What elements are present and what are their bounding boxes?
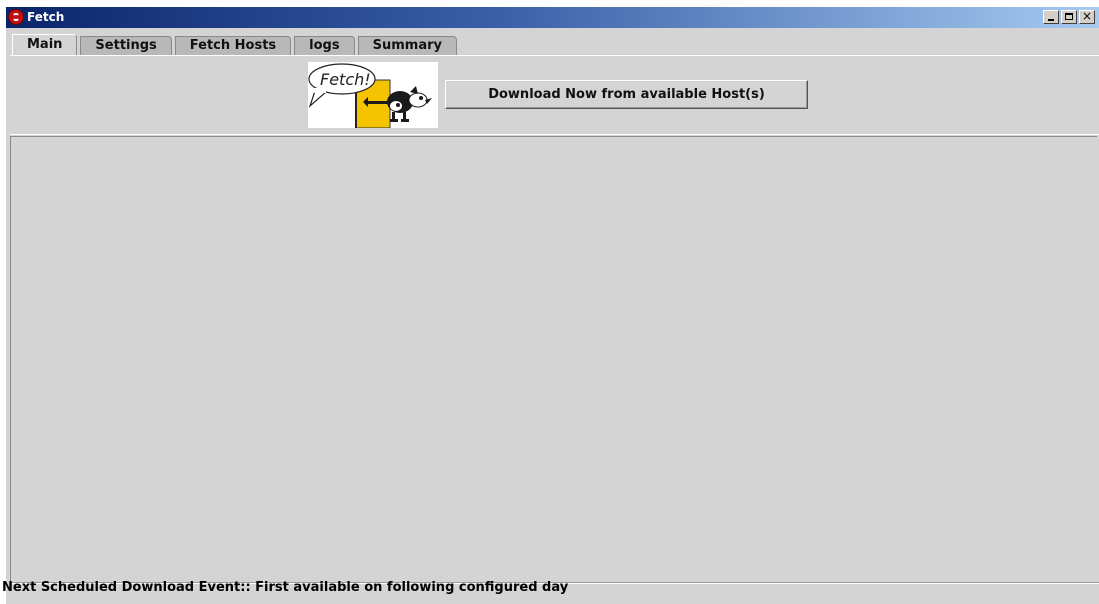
- panel-divider: [10, 134, 1099, 135]
- tab-bar: Main Settings Fetch Hosts logs Summary: [12, 34, 460, 55]
- close-icon: ×: [1081, 9, 1093, 23]
- title-bar[interactable]: Fetch ×: [6, 7, 1099, 28]
- action-panel: Fetch! Download Now from available Host(…: [10, 56, 1099, 134]
- download-now-button[interactable]: Download Now from available Host(s): [445, 80, 808, 109]
- status-bar-text: Next Scheduled Download Event:: First av…: [2, 580, 569, 595]
- tab-summary[interactable]: Summary: [357, 36, 457, 55]
- logo-text: Fetch!: [320, 70, 371, 89]
- close-button[interactable]: ×: [1079, 9, 1095, 24]
- tab-main[interactable]: Main: [12, 34, 78, 55]
- tab-settings[interactable]: Settings: [80, 36, 172, 55]
- tab-logs[interactable]: logs: [294, 36, 355, 55]
- content-area: [10, 136, 1097, 582]
- window-title: Fetch: [27, 10, 65, 24]
- fetch-dog-logo: Fetch!: [308, 62, 438, 129]
- maximize-button[interactable]: [1061, 10, 1077, 24]
- minimize-icon: [1048, 19, 1054, 21]
- maximize-icon: [1065, 13, 1073, 20]
- app-window: Fetch × Main Settings Fetch Hosts logs S…: [6, 7, 1099, 604]
- fetch-app-icon[interactable]: [8, 9, 24, 25]
- fetch-logo-graphic: Fetch!: [308, 62, 438, 129]
- tab-fetch-hosts[interactable]: Fetch Hosts: [174, 36, 292, 55]
- minimize-button[interactable]: [1043, 10, 1059, 24]
- window-controls: ×: [1043, 9, 1095, 24]
